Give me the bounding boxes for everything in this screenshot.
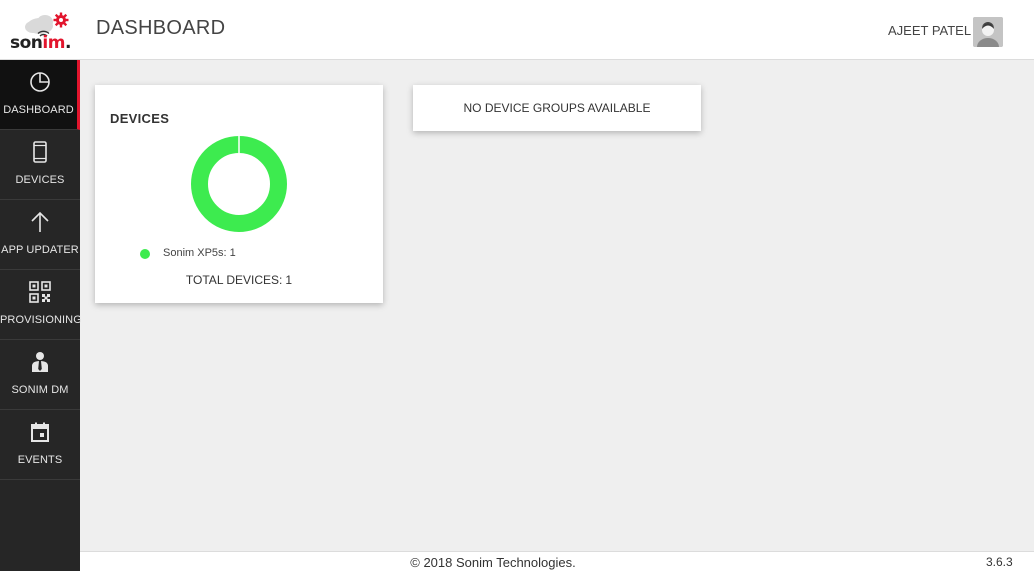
total-devices: TOTAL DEVICES: 1 — [95, 273, 383, 287]
user-avatar-icon[interactable] — [973, 17, 1003, 47]
sidebar-item-label: SONIM DM — [11, 384, 69, 396]
sidebar-item-app-updater[interactable]: APP UPDATER — [0, 200, 80, 270]
sidebar-item-label: PROVISIONING — [0, 314, 82, 326]
qr-code-icon — [29, 281, 51, 303]
top-header: sonim. DASHBOARD AJEET PATEL — [0, 0, 1034, 60]
sidebar-item-label: DEVICES — [15, 174, 65, 186]
sidebar-item-events[interactable]: EVENTS — [0, 410, 80, 480]
donut-slice-sonim-xp5s[interactable] — [191, 136, 287, 232]
devices-card-title: DEVICES — [110, 111, 170, 126]
devices-card: DEVICES Sonim XP5s: 1 TOTAL DEVICES: 1 — [95, 85, 383, 303]
sidebar-item-label: DASHBOARD — [3, 104, 74, 116]
sidebar-item-sonim-dm[interactable]: SONIM DM — [0, 340, 80, 410]
smartphone-icon — [33, 141, 47, 163]
legend-entry: Sonim XP5s: 1 — [163, 247, 236, 259]
wordmark-suffix: . — [64, 33, 71, 53]
app-version: 3.6.3 — [986, 555, 1013, 569]
sidebar-nav: DASHBOARD DEVICES APP UPDATER PROVISIONI… — [0, 60, 82, 571]
calendar-icon — [31, 422, 49, 442]
total-devices-value: 1 — [285, 273, 293, 287]
wordmark-accent: im — [42, 33, 65, 53]
pie-chart-icon — [30, 72, 50, 92]
sonim-logo[interactable]: sonim. — [0, 0, 80, 60]
wordmark-prefix: son — [10, 33, 43, 53]
user-name[interactable]: AJEET PATEL — [888, 23, 971, 38]
page-title: DASHBOARD — [96, 17, 226, 39]
sidebar-item-label: APP UPDATER — [1, 244, 79, 256]
person-tie-icon — [32, 352, 48, 372]
sonim-wordmark: sonim. — [10, 33, 71, 53]
arrow-up-icon — [31, 211, 49, 232]
devices-donut-chart[interactable] — [190, 135, 288, 233]
copyright-text: © 2018 Sonim Technologies. — [410, 555, 576, 570]
sidebar-item-label: EVENTS — [17, 454, 63, 466]
no-device-groups-message: NO DEVICE GROUPS AVAILABLE — [463, 101, 651, 115]
device-groups-card: NO DEVICE GROUPS AVAILABLE — [413, 85, 701, 131]
sidebar-item-devices[interactable]: DEVICES — [0, 130, 80, 200]
total-devices-label: TOTAL DEVICES: — [185, 273, 283, 287]
legend-color-dot — [140, 249, 150, 259]
sidebar-item-dashboard[interactable]: DASHBOARD — [0, 60, 80, 130]
page-footer: © 2018 Sonim Technologies. 3.6.3 — [80, 551, 1034, 571]
sidebar-item-provisioning[interactable]: PROVISIONING — [0, 270, 82, 340]
